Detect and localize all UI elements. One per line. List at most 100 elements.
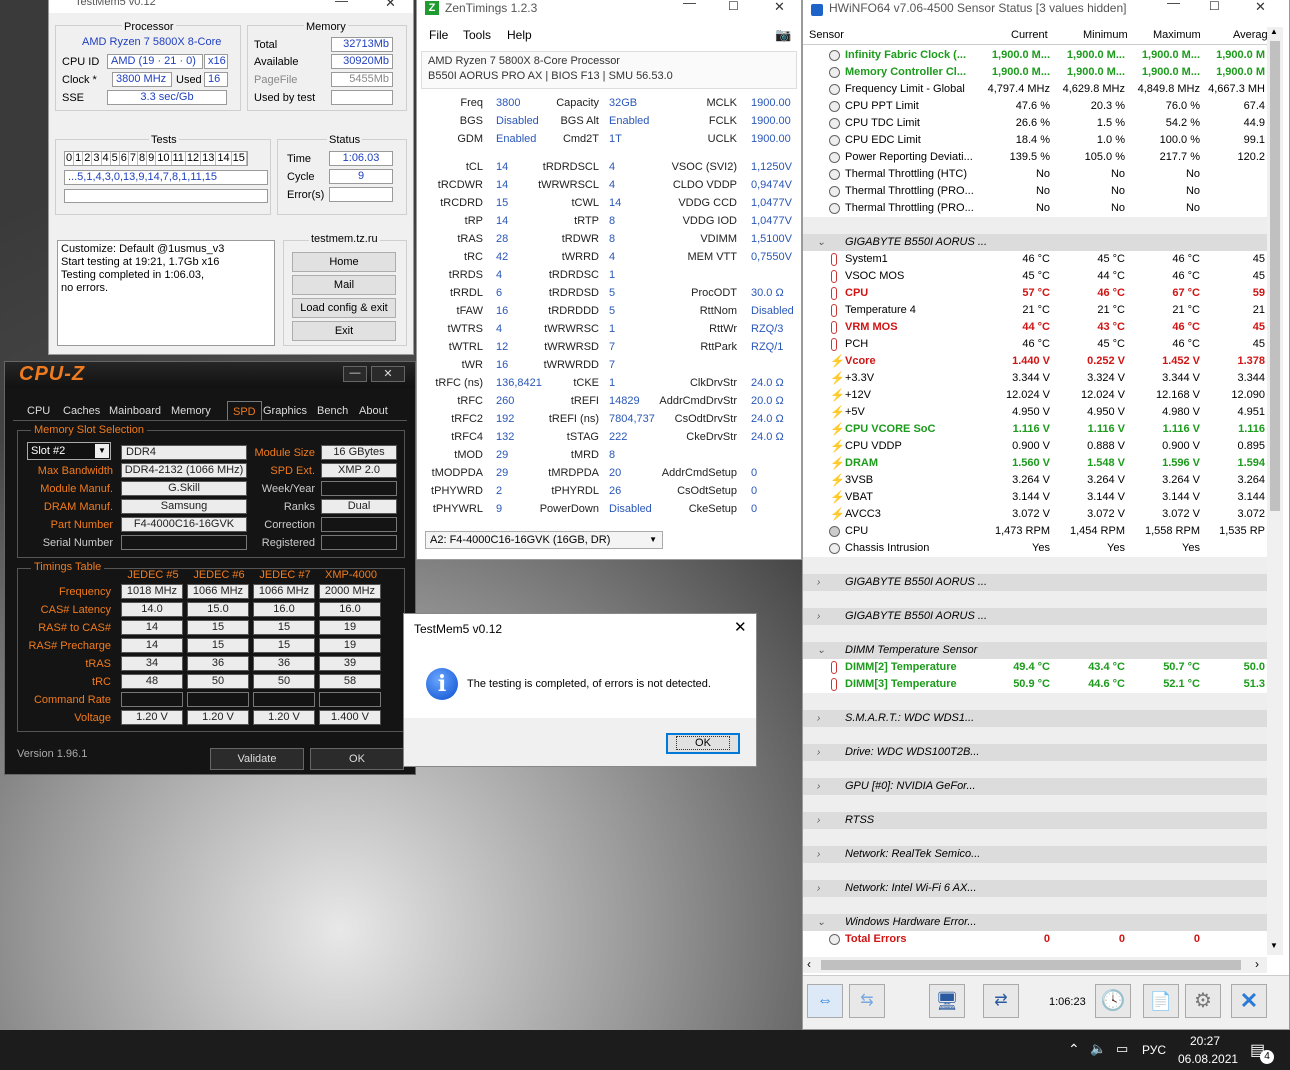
chevron-right-icon[interactable]: › <box>817 778 820 795</box>
mail-button[interactable]: Mail <box>292 275 396 295</box>
sensor-row[interactable]: ⚡ +12V 12.024 V 12.024 V 12.168 V 12.090 <box>803 387 1273 404</box>
close-icon[interactable]: ✕ <box>371 366 405 382</box>
vertical-scrollbar[interactable]: ▲ ▼ <box>1267 27 1283 955</box>
sensor-row[interactable]: Temperature 4 21 °C 21 °C 21 °C 21 <box>803 302 1273 319</box>
close-icon[interactable]: ✕ <box>1255 0 1266 15</box>
sensor-row[interactable]: ⚡ CPU VDDP 0.900 V 0.888 V 0.900 V 0.895 <box>803 438 1273 455</box>
hwinfo-titlebar[interactable]: HWiNFO64 v7.06-4500 Sensor Status [3 val… <box>803 0 1289 21</box>
network-icon[interactable]: ⇄ <box>983 984 1019 1018</box>
sensor-row[interactable]: Infinity Fabric Clock (... 1,900.0 M... 1,… <box>803 47 1273 64</box>
hwinfo-window[interactable]: HWiNFO64 v7.06-4500 Sensor Status [3 val… <box>802 0 1290 1030</box>
sensor-row[interactable]: Power Reporting Deviati... 139.5 % 105.0 %… <box>803 149 1273 166</box>
minimize-icon[interactable]: — <box>335 0 348 8</box>
chevron-up-icon[interactable]: ⌃ <box>1068 1041 1080 1058</box>
language-indicator[interactable]: РУС <box>1142 1043 1166 1057</box>
col-minimum[interactable]: Minimum <box>1083 29 1128 41</box>
sensor-row[interactable]: ⚡ +5V 4.950 V 4.950 V 4.980 V 4.951 <box>803 404 1273 421</box>
log-area[interactable]: Customize: Default @1usmus_v3 Start test… <box>57 240 275 346</box>
testmem-window[interactable]: TestMem5 v0.12 — ✕ Processor AMD Ryzen 7… <box>48 0 414 355</box>
sensor-row[interactable]: System1 46 °C 45 °C 46 °C 45 <box>803 251 1273 268</box>
sensor-row[interactable]: Thermal Throttling (PRO... No No No <box>803 183 1273 200</box>
sensor-row[interactable]: VRM MOS 44 °C 43 °C 46 °C 45 <box>803 319 1273 336</box>
dimm-select[interactable]: A2: F4-4000C16-16GVK (16GB, DR) ▼ <box>425 531 663 549</box>
col-sensor[interactable]: Sensor <box>809 29 844 41</box>
sensor-row[interactable]: Chassis Intrusion Yes Yes Yes <box>803 540 1273 557</box>
maximize-icon[interactable]: ☐ <box>728 0 739 13</box>
hscroll-thumb[interactable] <box>821 960 1241 970</box>
scroll-left-icon[interactable]: ‹ <box>807 957 811 971</box>
sensor-row[interactable]: CPU 1,473 RPM 1,454 RPM 1,558 RPM 1,535 RP <box>803 523 1273 540</box>
clock-icon[interactable]: 🕓 <box>1095 984 1131 1018</box>
sensor-row[interactable]: CPU 57 °C 46 °C 67 °C 59 <box>803 285 1273 302</box>
clock-time[interactable]: 20:27 <box>1190 1034 1220 1048</box>
tab-caches[interactable]: Caches <box>63 404 100 420</box>
sensor-group[interactable]: › RTSS <box>803 812 1273 829</box>
minimize-icon[interactable]: — <box>1167 0 1180 10</box>
sensor-group[interactable]: › GIGABYTE B550I AORUS ... <box>803 608 1273 625</box>
sensor-group[interactable]: ⌄ DIMM Temperature Sensor <box>803 642 1273 659</box>
tab-graphics[interactable]: Graphics <box>263 404 307 420</box>
zentimings-window[interactable]: Z ZenTimings 1.2.3 — ☐ ✕ File Tools Help… <box>416 0 802 560</box>
sensor-row[interactable]: Frequency Limit - Global 4,797.4 MHz 4,629… <box>803 81 1273 98</box>
horizontal-scrollbar[interactable]: ‹ › <box>803 957 1267 973</box>
network-icon[interactable]: ▭ <box>1116 1041 1128 1057</box>
chevron-down-icon[interactable]: ⌄ <box>817 642 825 659</box>
sensor-row[interactable]: ⚡ AVCC3 3.072 V 3.072 V 3.072 V 3.072 <box>803 506 1273 523</box>
cpuz-titlebar[interactable]: CPU-Z — ✕ <box>5 362 415 388</box>
minimize-icon[interactable]: — <box>683 0 696 10</box>
close-icon[interactable]: ✕ <box>774 0 785 15</box>
tab-spd[interactable]: SPD <box>227 401 262 421</box>
chevron-right-icon[interactable]: › <box>817 710 820 727</box>
sensor-group[interactable]: › GPU [#0]: NVIDIA GeFor... <box>803 778 1273 795</box>
arrows-collapse-icon[interactable]: ⇆ <box>849 984 885 1018</box>
sensor-row[interactable]: CPU TDC Limit 26.6 % 1.5 % 54.2 % 44.9 <box>803 115 1273 132</box>
sensor-row[interactable]: ⚡ Vcore 1.440 V 0.252 V 1.452 V 1.378 <box>803 353 1273 370</box>
completion-dialog[interactable]: TestMem5 v0.12 ✕ i The testing is comple… <box>403 613 757 767</box>
close-icon[interactable]: ✕ <box>734 618 747 636</box>
sensor-row[interactable]: DIMM[3] Temperature 50.9 °C 44.6 °C 52.1 °C… <box>803 676 1273 693</box>
col-maximum[interactable]: Maximum <box>1153 29 1201 41</box>
sensor-row[interactable]: Thermal Throttling (HTC) No No No <box>803 166 1273 183</box>
tab-bench[interactable]: Bench <box>317 404 348 420</box>
tab-mainboard[interactable]: Mainboard <box>109 404 161 420</box>
sensor-group[interactable]: › Network: Intel Wi-Fi 6 AX... <box>803 880 1273 897</box>
testmem-titlebar[interactable]: TestMem5 v0.12 — ✕ <box>49 0 413 13</box>
sensor-row[interactable]: Total Errors 0 0 0 <box>803 931 1273 948</box>
menu-file[interactable]: File <box>429 28 448 42</box>
chevron-right-icon[interactable]: › <box>817 812 820 829</box>
monitor-icon[interactable]: 🖥 <box>929 984 965 1018</box>
ok-button[interactable]: OK <box>310 748 404 770</box>
sensor-group[interactable]: › Drive: WDC WDS100T2B... <box>803 744 1273 761</box>
chevron-right-icon[interactable]: › <box>817 880 820 897</box>
sensor-row[interactable]: ⚡ CPU VCORE SoC 1.116 V 1.116 V 1.116 V 1.116 <box>803 421 1273 438</box>
cpuz-window[interactable]: CPU-Z — ✕ CPU Caches Mainboard Memory SPD Gra… <box>4 361 416 775</box>
scroll-up-icon[interactable]: ▲ <box>1270 27 1278 36</box>
clock-date[interactable]: 06.08.2021 <box>1178 1052 1238 1066</box>
sensor-group[interactable]: › S.M.A.R.T.: WDC WDS1... <box>803 710 1273 727</box>
home-button[interactable]: Home <box>292 252 396 272</box>
slot-select[interactable]: Slot #2 ▼ <box>27 442 111 460</box>
sensor-row[interactable]: ⚡ DRAM 1.560 V 1.548 V 1.596 V 1.594 <box>803 455 1273 472</box>
sensor-group[interactable]: › GIGABYTE B550I AORUS ... <box>803 574 1273 591</box>
col-current[interactable]: Current <box>1011 29 1048 41</box>
minimize-icon[interactable]: — <box>343 366 367 382</box>
validate-button[interactable]: Validate <box>210 748 304 770</box>
menu-tools[interactable]: Tools <box>463 28 491 42</box>
sensor-row[interactable]: ⚡ 3VSB 3.264 V 3.264 V 3.264 V 3.264 <box>803 472 1273 489</box>
gear-icon[interactable]: ⚙ <box>1185 984 1221 1018</box>
sensor-row[interactable]: CPU EDC Limit 18.4 % 1.0 % 100.0 % 99.1 <box>803 132 1273 149</box>
zentimings-titlebar[interactable]: Z ZenTimings 1.2.3 — ☐ ✕ <box>417 0 801 17</box>
tab-cpu[interactable]: CPU <box>27 404 50 420</box>
sensor-row[interactable]: VSOC MOS 45 °C 44 °C 46 °C 45 <box>803 268 1273 285</box>
sensor-row[interactable]: PCH 46 °C 45 °C 46 °C 45 <box>803 336 1273 353</box>
close-icon[interactable]: ✕ <box>385 0 396 11</box>
sensor-group[interactable]: › Network: RealTek Semico... <box>803 846 1273 863</box>
tab-memory[interactable]: Memory <box>171 404 211 420</box>
maximize-icon[interactable]: ☐ <box>1209 0 1220 13</box>
sensor-group[interactable]: ⌄ GIGABYTE B550I AORUS ... <box>803 234 1273 251</box>
chevron-right-icon[interactable]: › <box>817 744 820 761</box>
chevron-right-icon[interactable]: › <box>817 574 820 591</box>
sensor-group[interactable]: ⌄ Windows Hardware Error... <box>803 914 1273 931</box>
load-config-button[interactable]: Load config & exit <box>292 298 396 318</box>
chevron-right-icon[interactable]: › <box>817 608 820 625</box>
